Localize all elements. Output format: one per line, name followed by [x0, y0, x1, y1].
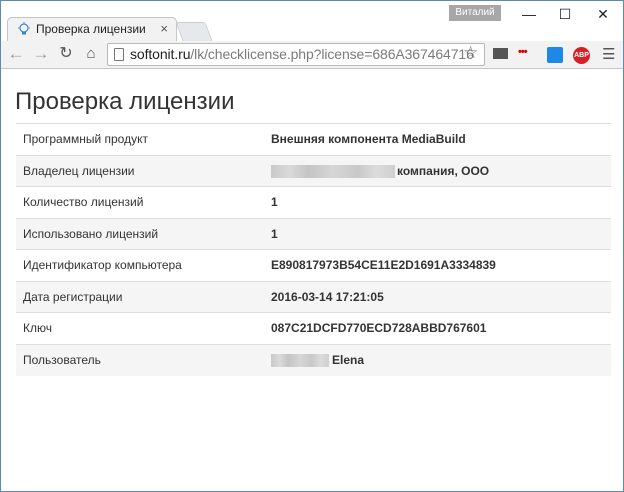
- row-label: Дата регистрации: [16, 280, 263, 313]
- tab-title: Проверка лицензии: [36, 22, 146, 36]
- row-value-cell: 1: [263, 217, 611, 250]
- row-value-cell: 087C21DCFD770ECD728ABBD767601: [263, 312, 611, 344]
- row-label: Идентификатор компьютера: [16, 249, 263, 281]
- page-icon: [114, 48, 124, 61]
- row-value: 1: [271, 226, 278, 241]
- row-value-cell: 2016-03-14 17:21:05: [263, 280, 611, 313]
- table-row: Владелец лицензии компания, ООО: [16, 154, 611, 187]
- maximize-button[interactable]: ☐: [547, 3, 583, 25]
- new-tab-button[interactable]: [175, 22, 213, 41]
- row-label: Пользователь: [16, 343, 263, 376]
- table-row: Пользователь Elena: [16, 343, 611, 376]
- red-dots-extension-icon[interactable]: •••: [518, 46, 534, 62]
- title-bar: Проверка лицензии × Виталий — ☐ ✕: [1, 1, 623, 41]
- row-value-cell: Внешняя компонента MediaBuild: [263, 123, 611, 155]
- row-value-cell: 1: [263, 186, 611, 218]
- blue-extension-icon[interactable]: [547, 47, 563, 63]
- adblock-plus-icon[interactable]: ABP: [573, 47, 590, 64]
- redacted-block: [271, 354, 329, 368]
- row-value: Внешняя компонента MediaBuild: [271, 132, 466, 147]
- row-value-cell: Elena: [263, 343, 611, 376]
- bookmark-star-icon[interactable]: ☆: [463, 43, 478, 63]
- table-row: Ключ 087C21DCFD770ECD728ABBD767601: [16, 312, 611, 344]
- table-row: Количество лицензий 1: [16, 186, 611, 218]
- url-path: /lk/checklicense.php?license=686A3674647…: [190, 46, 474, 62]
- tab-close-icon[interactable]: ×: [160, 21, 168, 36]
- row-value: 087C21DCFD770ECD728ABBD767601: [271, 321, 487, 336]
- row-value: компания, ООО: [397, 163, 490, 178]
- page-content: Проверка лицензии Программный продукт Вне…: [2, 70, 623, 491]
- url-host: softonit.ru: [130, 46, 191, 62]
- redacted-block: [271, 164, 395, 178]
- row-value: 1: [271, 195, 278, 210]
- row-value: E890817973B54CE11E2D1691A3334839: [271, 258, 496, 273]
- row-value-cell: E890817973B54CE11E2D1691A3334839: [263, 249, 611, 281]
- table-row: Дата регистрации 2016-03-14 17:21:05: [16, 280, 611, 313]
- row-label: Количество лицензий: [16, 186, 263, 218]
- row-label: Использовано лицензий: [16, 217, 263, 250]
- table-row: Идентификатор компьютера E890817973B54CE1…: [16, 249, 611, 281]
- row-label: Программный продукт: [16, 123, 263, 155]
- url-text[interactable]: softonit.ru/lk/checklicense.php?license=…: [130, 46, 474, 62]
- minimize-button[interactable]: —: [511, 3, 547, 25]
- row-label: Владелец лицензии: [16, 154, 263, 187]
- browser-toolbar: ← → ↻ ⌂ softonit.ru/lk/checklicense.php?…: [1, 41, 623, 69]
- table-row: Программный продукт Внешняя компонента Me…: [16, 123, 611, 155]
- profile-badge[interactable]: Виталий: [449, 5, 501, 21]
- row-value: 2016-03-14 17:21:05: [271, 289, 384, 304]
- forward-arrow-icon[interactable]: →: [31, 44, 51, 64]
- row-value: Elena: [332, 352, 365, 367]
- license-table: Программный продукт Внешняя компонента Me…: [16, 123, 611, 376]
- lightbulb-icon: [18, 22, 30, 35]
- address-bar[interactable]: softonit.ru/lk/checklicense.php?license=…: [107, 43, 485, 66]
- row-value-cell: компания, ООО: [263, 154, 611, 187]
- home-icon[interactable]: ⌂: [81, 44, 101, 64]
- mail-extension-icon[interactable]: [493, 48, 508, 59]
- menu-icon[interactable]: ☰: [602, 45, 615, 63]
- close-window-button[interactable]: ✕: [585, 3, 621, 25]
- back-arrow-icon[interactable]: ←: [6, 44, 26, 64]
- reload-icon[interactable]: ↻: [56, 44, 76, 64]
- row-label: Ключ: [16, 312, 263, 344]
- page-title: Проверка лицензии: [15, 88, 235, 115]
- browser-tab[interactable]: Проверка лицензии ×: [7, 17, 177, 41]
- table-row: Использовано лицензий 1: [16, 217, 611, 250]
- browser-window: Проверка лицензии × Виталий — ☐ ✕ ← → ↻ …: [0, 0, 624, 492]
